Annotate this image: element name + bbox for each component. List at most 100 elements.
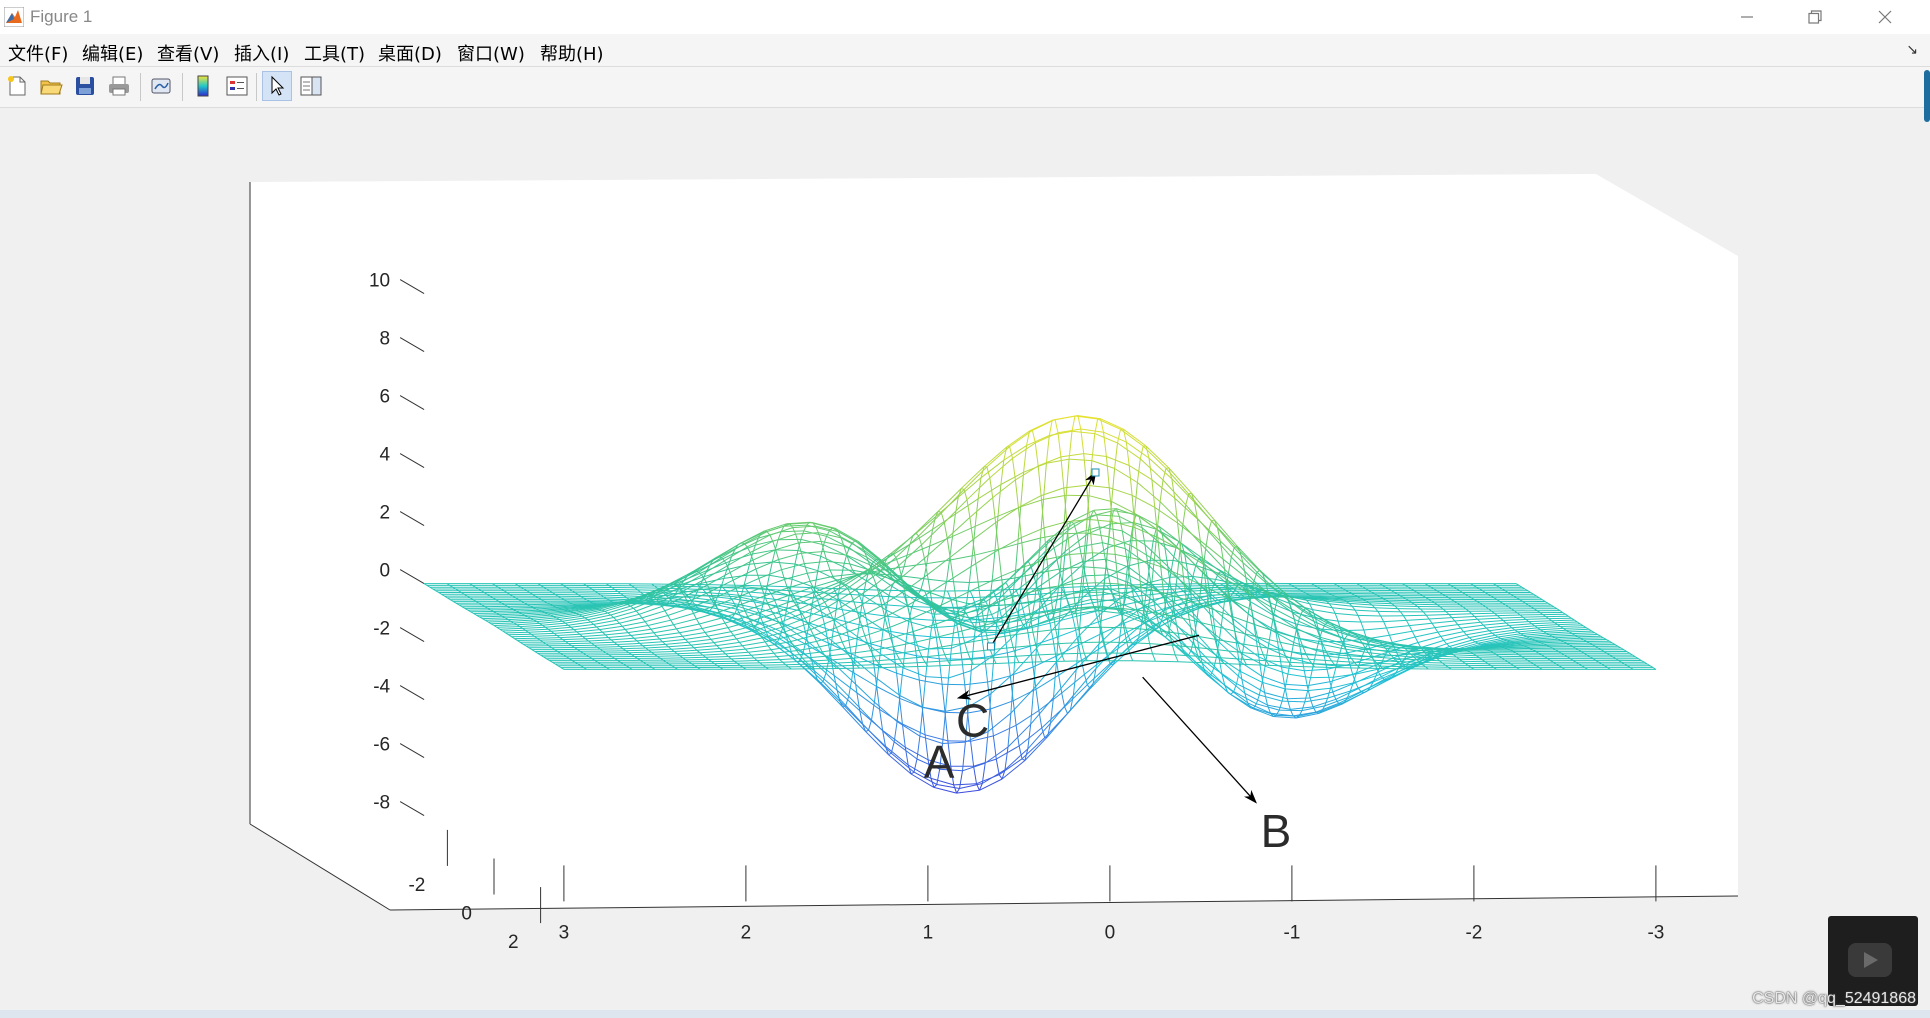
- save-button[interactable]: [70, 71, 100, 101]
- link-plot-icon: [151, 78, 171, 94]
- mesh-segment: [1276, 714, 1300, 717]
- mesh-segment: [510, 607, 534, 609]
- y-tick-label: 2: [508, 932, 519, 953]
- z-tick-label: 6: [380, 387, 391, 408]
- mesh-segment: [622, 647, 646, 650]
- mesh-segment: [1357, 664, 1381, 667]
- insert-colorbar-button[interactable]: [188, 71, 218, 101]
- mesh-segment: [1459, 658, 1483, 661]
- colorbar-icon: [197, 75, 209, 97]
- mesh-segment: [568, 642, 592, 645]
- close-button[interactable]: [1851, 0, 1919, 34]
- menu-window[interactable]: 窗口(W): [457, 40, 525, 66]
- new-figure-button[interactable]: [2, 71, 32, 101]
- mesh-segment: [1543, 643, 1567, 645]
- mesh-segment: [1385, 599, 1409, 602]
- mesh-segment: [1314, 666, 1338, 669]
- mesh-segment: [1391, 603, 1415, 605]
- menu-insert[interactable]: 插入(I): [234, 40, 289, 66]
- menu-bar: 文件(F) 编辑(E) 查看(V) 插入(I) 工具(T) 桌面(D) 窗口(W…: [0, 34, 1930, 67]
- menu-help[interactable]: 帮助(H): [540, 40, 604, 66]
- toolbar-separator: [140, 73, 141, 101]
- mesh-segment: [628, 651, 652, 654]
- mesh-segment: [942, 683, 965, 686]
- annotation-handle[interactable]: [986, 642, 995, 651]
- print-icon: [109, 76, 129, 96]
- x-tick-label: 0: [1105, 922, 1116, 943]
- mesh-segment: [734, 660, 758, 662]
- property-inspector-button[interactable]: [296, 71, 326, 101]
- link-plot-button[interactable]: [146, 71, 176, 101]
- edit-plot-pointer-icon: [271, 75, 285, 96]
- z-tick-label: 10: [369, 271, 390, 292]
- surface-plot-axes[interactable]: 1086420-2-4-6-8-202 3 2 1 0 -1 -2 -3 ABC: [0, 108, 1930, 1010]
- mesh-segment: [476, 614, 500, 616]
- mesh-segment: [488, 620, 511, 623]
- mesh-segment: [482, 617, 506, 620]
- annotation-label-c[interactable]: C: [956, 694, 989, 746]
- open-file-button[interactable]: [36, 71, 66, 101]
- save-icon: [76, 77, 94, 95]
- legend-icon: [226, 76, 248, 96]
- menu-edit[interactable]: 编辑(E): [82, 40, 143, 66]
- axes-background: [250, 174, 1738, 910]
- video-play-icon[interactable]: [1848, 943, 1892, 977]
- x-tick-label: -2: [1465, 922, 1482, 943]
- y-tick-label: 0: [461, 904, 472, 925]
- restore-button[interactable]: [1781, 0, 1849, 34]
- mesh-segment: [679, 654, 703, 657]
- mesh-segment: [775, 549, 798, 551]
- mesh-segment: [811, 665, 835, 667]
- print-button[interactable]: [104, 71, 134, 101]
- mesh-segment: [594, 644, 618, 646]
- minimize-button[interactable]: [1713, 0, 1781, 34]
- insert-legend-button[interactable]: [222, 71, 252, 101]
- mesh-segment: [1563, 641, 1587, 643]
- toolbar-separator: [256, 73, 257, 101]
- z-tick-label: 4: [380, 445, 391, 466]
- menu-file[interactable]: 文件(F): [8, 40, 68, 66]
- edit-plot-button[interactable]: [262, 71, 292, 101]
- mesh-segment: [1154, 585, 1178, 588]
- mesh-segment: [1041, 660, 1065, 663]
- mesh-segment: [1577, 635, 1601, 638]
- z-tick-label: 8: [380, 329, 391, 350]
- mesh-segment: [533, 606, 556, 608]
- mesh-segment: [953, 606, 976, 608]
- mesh-segment: [1426, 614, 1450, 616]
- mesh-segment: [682, 656, 706, 659]
- menu-desktop[interactable]: 桌面(D): [378, 40, 442, 66]
- mesh-segment: [1337, 667, 1361, 669]
- mesh-segment: [859, 667, 883, 669]
- annotation-handle[interactable]: [1091, 468, 1100, 477]
- mesh-segment: [905, 665, 928, 668]
- x-tick-label: -3: [1647, 922, 1664, 943]
- annotation-label-a[interactable]: A: [924, 736, 955, 788]
- annotation-label-b[interactable]: B: [1261, 805, 1292, 857]
- watermark: CSDN @qq_52491868: [1752, 990, 1916, 1007]
- mesh-segment: [552, 604, 576, 607]
- mesh-segment: [1129, 652, 1153, 655]
- mesh-segment: [759, 661, 783, 664]
- mesh-segment: [597, 646, 621, 648]
- matlab-logo-icon: [4, 7, 24, 27]
- mesh-segment: [1061, 652, 1085, 655]
- menu-view[interactable]: 查看(V): [157, 40, 219, 66]
- mesh-segment: [1524, 644, 1547, 647]
- mesh-segment: [530, 605, 554, 607]
- mesh-segment: [496, 612, 520, 614]
- mesh-segment: [1388, 601, 1412, 603]
- mesh-segment: [1560, 639, 1584, 642]
- open-file-icon: [40, 80, 63, 95]
- z-tick-label: -4: [373, 677, 390, 698]
- x-tick-label: 3: [559, 922, 570, 943]
- close-icon: [1878, 10, 1892, 24]
- mesh-segment: [583, 597, 607, 600]
- mesh-segment: [1439, 660, 1463, 662]
- mesh-segment: [513, 608, 537, 610]
- menu-tools[interactable]: 工具(T): [304, 40, 365, 66]
- mesh-segment: [654, 653, 678, 655]
- mesh-segment: [1394, 605, 1418, 607]
- dock-figure-button[interactable]: ↘: [1906, 42, 1918, 58]
- toolbar-separator: [182, 73, 183, 101]
